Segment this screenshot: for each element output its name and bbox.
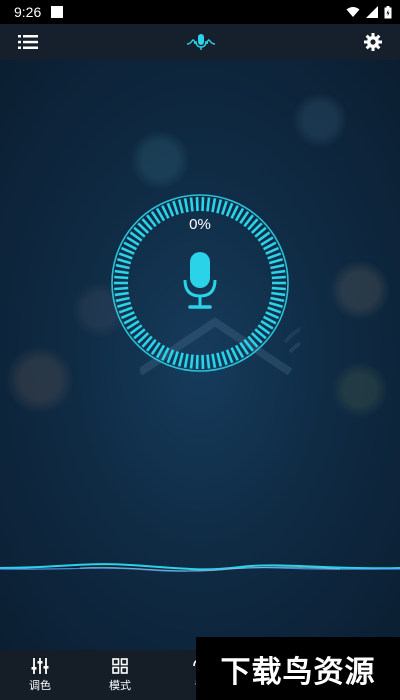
ring-tick (230, 205, 239, 219)
ring-tick (265, 311, 280, 320)
ring-tick (216, 199, 223, 214)
ring-tick (225, 349, 234, 364)
wifi-icon (346, 7, 360, 17)
ring-tick (221, 200, 228, 215)
ring-tick (116, 258, 132, 265)
voice-level-percent: 0% (189, 216, 211, 233)
ring-tick (114, 291, 129, 297)
nav-item-color[interactable]: 调色 (0, 650, 80, 700)
grid-icon (112, 657, 128, 674)
ring-tick (221, 351, 228, 366)
sound-wave (0, 563, 400, 572)
nav-item-mode[interactable]: 模式 (80, 650, 160, 700)
ring-tick (216, 352, 223, 367)
ring-tick (172, 351, 179, 366)
ring-tick (120, 246, 135, 255)
microphone-icon[interactable] (182, 250, 218, 312)
status-bar: 9:26 (0, 0, 400, 24)
ring-tick (189, 197, 194, 212)
ring-tick (115, 263, 130, 270)
ring-tick (118, 306, 133, 314)
nav-item-label: 模式 (109, 678, 131, 692)
ring-tick (268, 258, 284, 265)
battery-icon (384, 5, 392, 18)
voice-logo-icon (186, 34, 216, 50)
ring-tick (183, 353, 189, 368)
nav-item-label: 调色 (29, 678, 51, 692)
ring-tick (271, 286, 286, 291)
ring-tick (183, 198, 189, 213)
ring-tick (118, 252, 133, 260)
ring-tick (271, 291, 286, 297)
ring-tick (177, 199, 184, 214)
ring-tick (177, 352, 184, 367)
ring-tick (166, 349, 175, 364)
app-bar (0, 24, 400, 60)
ring-tick (115, 296, 130, 303)
ring-tick (268, 301, 284, 308)
ring-tick (265, 246, 280, 255)
ring-tick (114, 286, 129, 291)
watermark: 下载鸟资源 (196, 637, 400, 700)
ring-tick (161, 347, 170, 361)
ring-tick (271, 275, 286, 280)
ring-tick (172, 200, 179, 215)
sliders-icon (31, 657, 49, 674)
gear-icon[interactable] (364, 33, 382, 51)
ring-tick (270, 296, 285, 303)
status-time: 9:26 (14, 4, 42, 20)
ring-tick (270, 263, 285, 270)
ring-tick (230, 347, 239, 361)
ring-tick (120, 311, 135, 320)
ring-tick (116, 301, 132, 308)
ring-tick (225, 202, 234, 217)
notification-square-icon (51, 6, 64, 18)
ring-tick (271, 269, 286, 275)
ring-tick (114, 269, 129, 275)
ring-tick (211, 198, 217, 213)
ring-tick (166, 202, 175, 217)
ring-tick (211, 353, 217, 368)
ring-tick (267, 306, 282, 314)
ring-tick (267, 252, 282, 260)
ring-tick (114, 275, 129, 280)
ring-tick (206, 354, 211, 369)
menu-list-icon[interactable] (18, 34, 38, 50)
ring-tick (161, 205, 170, 219)
signal-icon (366, 6, 378, 18)
ring-tick (206, 197, 211, 212)
status-icons (346, 5, 392, 19)
ring-tick (189, 354, 194, 369)
